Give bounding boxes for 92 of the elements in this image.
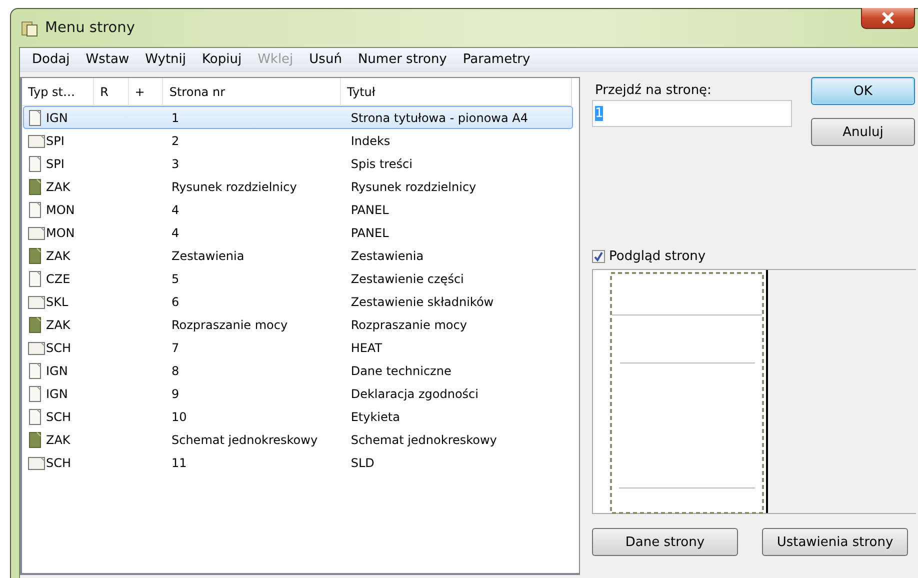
close-icon — [881, 12, 895, 24]
table-row[interactable]: CZE 5 Zestawienie części — [23, 267, 573, 290]
table-cell: 8 — [171, 364, 180, 378]
menu-item[interactable]: Dodaj — [24, 52, 78, 67]
menu-item[interactable]: Wstaw — [78, 52, 138, 67]
table-cell: IGN — [46, 110, 68, 124]
table-cell: ZAK — [46, 180, 70, 194]
table-cell: 6 — [171, 294, 180, 308]
table-row[interactable]: SPI 2 Indeks — [23, 129, 573, 152]
landscape-page-icon — [28, 132, 45, 148]
table-cell: Spis treści — [350, 156, 412, 170]
ok-button[interactable]: OK — [811, 77, 915, 105]
preview-label: Podgląd strony — [609, 249, 706, 264]
table-row[interactable]: IGN 9 Deklaracja zgodności — [23, 382, 573, 405]
cancel-button[interactable]: Anuluj — [811, 118, 915, 146]
table-cell: 4 — [171, 202, 180, 216]
close-button[interactable] — [861, 8, 915, 29]
page-data-button[interactable]: Dane strony — [592, 528, 738, 556]
table-cell: SKL — [46, 294, 68, 308]
table-cell: 7 — [171, 340, 180, 354]
table-row[interactable]: ZAK Zestawienia Zestawienia — [23, 244, 573, 267]
table-cell: 2 — [171, 134, 180, 148]
table-cell: Schemat jednokreskowy — [171, 432, 318, 446]
table-cell: Zestawienie składników — [350, 294, 494, 308]
table-row[interactable]: ZAK Schemat jednokreskowy Schemat jednokreskowy — [23, 428, 573, 451]
table-cell: Indeks — [350, 134, 390, 148]
landscape-page-icon — [28, 224, 45, 240]
table-row[interactable]: MON 4 PANEL — [23, 198, 573, 221]
landscape-page-icon — [28, 454, 45, 470]
table-cell: PANEL — [350, 202, 389, 216]
table-cell: Deklaracja zgodności — [350, 386, 478, 400]
column-header[interactable]: Tytuł — [341, 78, 566, 105]
table-cell: 3 — [171, 156, 180, 170]
table-cell: ZAK — [46, 432, 70, 446]
menu-item[interactable]: Usuń — [301, 52, 350, 67]
table-cell: SCH — [46, 410, 72, 424]
menu-item[interactable]: Parametry — [454, 52, 538, 67]
table-cell: MON — [46, 226, 75, 240]
table-cell: Zestawienia — [171, 248, 244, 262]
table-cell: 11 — [171, 456, 187, 470]
table-cell: 5 — [171, 272, 180, 286]
table-cell: Rozpraszanie mocy — [350, 318, 467, 332]
table-cell: Zestawienie części — [350, 272, 464, 286]
app-icon — [21, 21, 39, 37]
table-row[interactable]: SPI 3 Spis treści — [23, 152, 573, 175]
table-cell: Schemat jednokreskowy — [350, 432, 497, 446]
table-cell: MON — [46, 202, 75, 216]
column-header[interactable]: R — [94, 78, 129, 105]
table-row[interactable]: MON 4 PANEL — [23, 221, 573, 244]
table-cell: IGN — [46, 386, 68, 400]
table-cell: Etykieta — [350, 410, 400, 424]
table-row[interactable]: ZAK Rysunek rozdzielnicy Rysunek rozdzielnicy — [23, 175, 573, 198]
table-cell: SPI — [46, 156, 64, 170]
table-cell: 1 — [171, 110, 180, 124]
table-row[interactable]: ZAK Rozpraszanie mocy Rozpraszanie mocy — [23, 313, 573, 336]
table-cell: Dane techniczne — [350, 364, 452, 378]
table-row[interactable]: SCH 7 HEAT — [23, 336, 573, 359]
table-row[interactable]: IGN 8 Dane techniczne — [23, 359, 573, 382]
table-row[interactable]: IGN 1 Strona tytułowa - pionowa A4 — [23, 106, 573, 129]
table-cell: Rozpraszanie mocy — [171, 318, 288, 332]
table-cell: Rysunek rozdzielnicy — [171, 180, 297, 194]
table-cell: CZE — [46, 272, 70, 286]
table-cell: SLD — [350, 456, 374, 470]
menu-item[interactable]: Kopiuj — [194, 52, 250, 67]
table-row[interactable]: SCH 10 Etykieta — [23, 405, 573, 428]
table-cell: SPI — [46, 134, 64, 148]
page-settings-button[interactable]: Ustawienia strony — [762, 528, 908, 556]
goto-page-label: Przejdź na stronę: — [595, 83, 712, 98]
table-cell: PANEL — [350, 226, 389, 240]
table-cell: ZAK — [46, 318, 70, 332]
table-row[interactable]: SKL 6 Zestawienie składników — [23, 290, 573, 313]
menu-item[interactable]: Wytnij — [137, 52, 194, 67]
landscape-page-icon — [28, 340, 45, 356]
column-header[interactable]: Typ st… — [22, 78, 94, 105]
table-cell: IGN — [46, 364, 68, 378]
table-cell: SCH — [46, 340, 72, 354]
window-title: Menu strony — [45, 20, 135, 36]
landscape-page-icon — [28, 294, 45, 310]
table-cell: 4 — [171, 226, 180, 240]
menu-item[interactable]: Numer strony — [350, 52, 455, 67]
column-header[interactable]: + — [128, 78, 164, 105]
preview-checkbox[interactable] — [592, 250, 605, 263]
table-cell: Zestawienia — [350, 248, 424, 262]
table-cell: 10 — [171, 410, 187, 424]
table-cell: HEAT — [350, 340, 382, 354]
table-cell: 9 — [171, 386, 180, 400]
column-header[interactable]: Strona nr — [163, 78, 342, 105]
table-cell: Strona tytułowa - pionowa A4 — [350, 110, 528, 124]
table-cell: ZAK — [46, 248, 70, 262]
table-row[interactable]: SCH 11 SLD — [23, 451, 573, 474]
table-cell: SCH — [46, 456, 72, 470]
table-cell: Rysunek rozdzielnicy — [350, 180, 476, 194]
